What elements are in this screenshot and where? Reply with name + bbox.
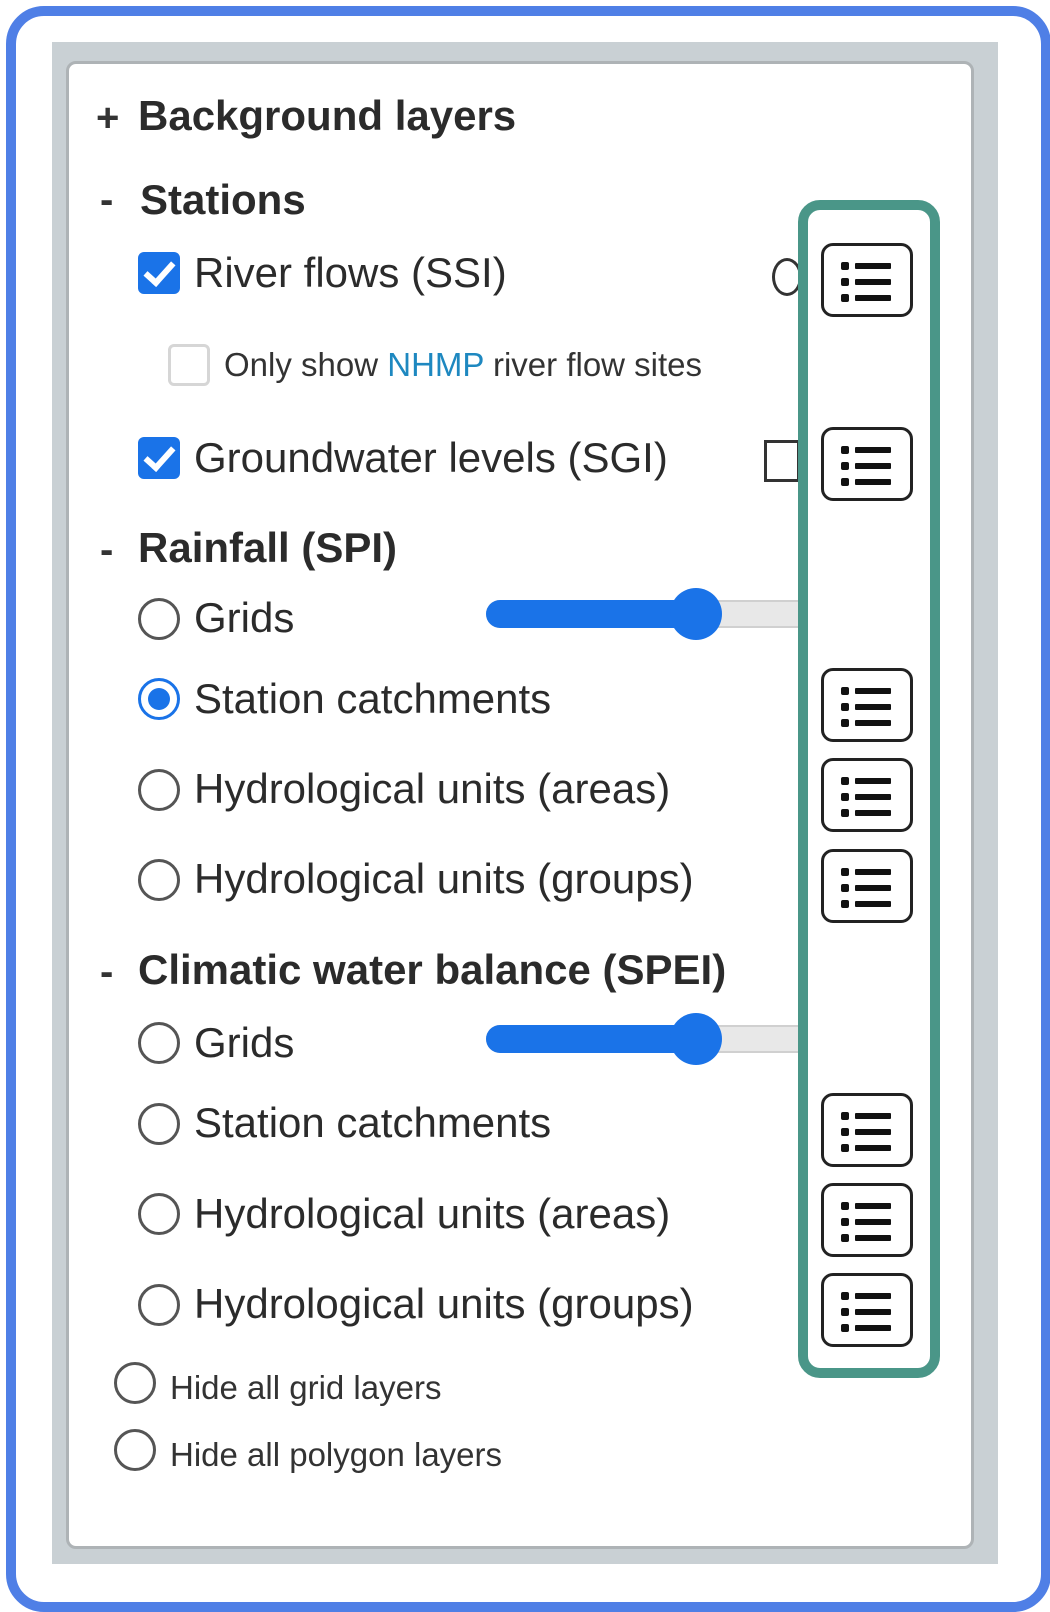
cwb-station-catchments-label: Station catchments: [194, 1099, 552, 1146]
rainfall-grids-opacity-slider[interactable]: [486, 588, 800, 640]
hide-grid-layers-radio[interactable]: [114, 1362, 156, 1404]
cwb-hydro-areas-radio[interactable]: [138, 1193, 180, 1235]
groundwater-option-checkbox[interactable]: [764, 440, 800, 482]
rainfall-grids-label: Grids: [194, 594, 295, 641]
rainfall-heading[interactable]: Rainfall (SPI): [138, 524, 397, 572]
rainfall-station-catchments-label: Station catchments: [194, 675, 552, 722]
legend-buttons-highlight: [798, 200, 940, 1378]
rainfall-grids-radio[interactable]: [138, 598, 180, 640]
river-flows-option-toggle[interactable]: [772, 258, 800, 296]
rainfall-station-catchments-radio[interactable]: [138, 678, 180, 720]
hide-grid-layers-label: Hide all grid layers: [170, 1369, 442, 1406]
rainfall-hydro-areas-radio[interactable]: [138, 769, 180, 811]
cwb-grids-label: Grids: [194, 1019, 295, 1066]
rainfall-hydro-areas-label: Hydrological units (areas): [194, 765, 671, 812]
cwb-grids-radio[interactable]: [138, 1022, 180, 1064]
cwb-station-catchments-radio[interactable]: [138, 1103, 180, 1145]
hide-polygon-layers-radio[interactable]: [114, 1429, 156, 1471]
hide-polygon-layers-label: Hide all polygon layers: [170, 1436, 503, 1473]
rainfall-toggle[interactable]: -: [100, 528, 113, 573]
cwb-hydro-groups-radio[interactable]: [138, 1284, 180, 1326]
rainfall-hydro-groups-label: Hydrological units (groups): [194, 855, 694, 902]
cwb-heading[interactable]: Climatic water balance (SPEI): [138, 946, 726, 994]
cwb-hydro-groups-label: Hydrological units (groups): [194, 1280, 694, 1327]
cwb-toggle[interactable]: -: [100, 950, 113, 995]
cwb-grids-opacity-slider[interactable]: [486, 1013, 800, 1065]
cwb-hydro-areas-label: Hydrological units (areas): [194, 1190, 671, 1237]
rainfall-hydro-groups-radio[interactable]: [138, 859, 180, 901]
